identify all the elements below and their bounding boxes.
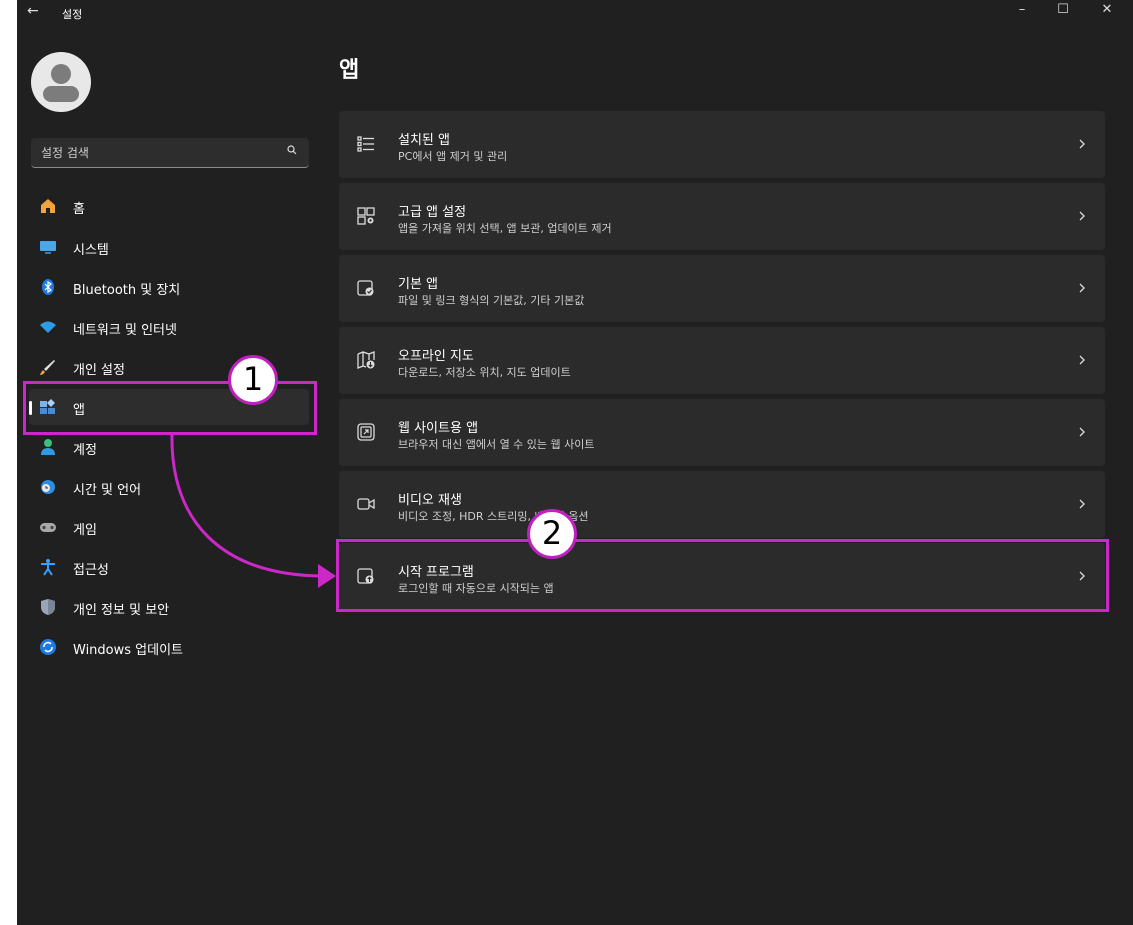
page-title: 앱 (339, 58, 360, 83)
update-icon (40, 639, 56, 655)
card-apps-for-websites[interactable]: 웹 사이트용 앱 브라우저 대신 앱에서 열 수 있는 웹 사이트 (339, 399, 1105, 466)
card-title: 웹 사이트용 앱 (398, 421, 479, 436)
search-input[interactable] (31, 138, 309, 167)
avatar[interactable] (31, 52, 91, 112)
app-settings-icon (357, 207, 375, 225)
minimize-button[interactable]: – (1007, 2, 1037, 17)
open-external-icon (357, 423, 375, 441)
card-title: 설치된 앱 (398, 133, 450, 148)
sidebar-item-label: 개인 정보 및 보안 (73, 603, 170, 618)
chevron-right-icon (1079, 211, 1085, 221)
sidebar-item-windows-update[interactable]: Windows 업데이트 (29, 629, 309, 665)
home-icon (41, 199, 55, 213)
maximize-button[interactable]: ☐ (1048, 2, 1078, 17)
card-default-apps[interactable]: 기본 앱 파일 및 링크 형식의 기본값, 기타 기본값 (339, 255, 1105, 322)
chevron-right-icon (1079, 427, 1085, 437)
step-badge-1: 1 (228, 355, 278, 405)
card-advanced-app-settings[interactable]: 고급 앱 설정 앱을 가져올 위치 선택, 앱 보관, 업데이트 제거 (339, 183, 1105, 250)
map-download-icon (357, 351, 375, 369)
back-arrow-icon[interactable]: ← (27, 3, 39, 19)
card-video-playback[interactable]: 비디오 재생 비디오 조정, HDR 스트리밍, 배터리 옵션 (339, 471, 1105, 538)
list-icon (357, 136, 374, 152)
sidebar-item-privacy[interactable]: 개인 정보 및 보안 (29, 589, 309, 625)
search-icon (287, 145, 297, 155)
monitor-icon (40, 241, 56, 254)
chevron-right-icon (1079, 283, 1085, 293)
gamepad-icon (40, 523, 56, 532)
sidebar-item-label: 계정 (73, 443, 97, 458)
card-title: 비디오 재생 (398, 493, 462, 508)
settings-window: ← 설정 – ☐ ✕ 홈 시스템 Bluetooth 및 장치 네트워크 및 인… (17, 0, 1133, 925)
bluetooth-icon (42, 279, 54, 295)
sidebar-item-label: 개인 설정 (73, 363, 125, 378)
shield-icon (41, 599, 55, 615)
card-offline-maps[interactable]: 오프라인 지도 다운로드, 저장소 위치, 지도 업데이트 (339, 327, 1105, 394)
sidebar-item-label: 홈 (73, 202, 85, 217)
step-badge-2: 2 (527, 509, 577, 559)
sidebar-item-bluetooth[interactable]: Bluetooth 및 장치 (29, 269, 309, 305)
sidebar-item-system[interactable]: 시스템 (29, 229, 309, 265)
sidebar-item-network[interactable]: 네트워크 및 인터넷 (29, 309, 309, 345)
close-button[interactable]: ✕ (1092, 2, 1122, 17)
globe-clock-icon (41, 480, 55, 494)
card-installed-apps[interactable]: 설치된 앱 PC에서 앱 제거 및 관리 (339, 111, 1105, 178)
sidebar-item-label: Windows 업데이트 (73, 643, 184, 658)
card-subtitle: 앱을 가져올 위치 선택, 앱 보관, 업데이트 제거 (398, 222, 612, 235)
card-title: 기본 앱 (398, 277, 439, 292)
avatar-head (51, 64, 71, 84)
highlight-box-startup (336, 539, 1109, 612)
brush-icon (40, 360, 55, 375)
sidebar-item-time-language[interactable]: 시간 및 언어 (29, 469, 309, 505)
chevron-right-icon (1079, 355, 1085, 365)
account-icon (41, 439, 55, 455)
card-subtitle: 다운로드, 저장소 위치, 지도 업데이트 (398, 366, 571, 379)
card-title: 오프라인 지도 (398, 349, 474, 364)
card-subtitle: 파일 및 링크 형식의 기본값, 기타 기본값 (398, 294, 585, 307)
sidebar-item-label: Bluetooth 및 장치 (73, 283, 181, 298)
app-title: 설정 (62, 8, 83, 21)
search-box[interactable] (31, 138, 309, 168)
avatar-body (43, 86, 79, 102)
sidebar-item-gaming[interactable]: 게임 (29, 509, 309, 545)
chevron-right-icon (1079, 499, 1085, 509)
sidebar-item-label: 시간 및 언어 (73, 483, 142, 498)
sidebar-item-label: 게임 (73, 523, 97, 538)
accessibility-icon (41, 559, 55, 576)
chevron-right-icon (1079, 139, 1085, 149)
sidebar-item-label: 시스템 (73, 243, 109, 258)
sidebar-item-label: 접근성 (73, 563, 109, 578)
title-bar: ← 설정 – ☐ ✕ (17, 0, 1133, 26)
card-title: 고급 앱 설정 (398, 205, 467, 220)
wifi-icon (40, 321, 56, 333)
sidebar-item-accessibility[interactable]: 접근성 (29, 549, 309, 585)
video-icon (357, 498, 375, 510)
sidebar-item-label: 네트워크 및 인터넷 (73, 323, 177, 338)
card-subtitle: 브라우저 대신 앱에서 열 수 있는 웹 사이트 (398, 438, 595, 451)
card-subtitle: PC에서 앱 제거 및 관리 (398, 150, 508, 163)
sidebar-item-home[interactable]: 홈 (29, 188, 309, 224)
default-apps-icon (357, 280, 374, 296)
